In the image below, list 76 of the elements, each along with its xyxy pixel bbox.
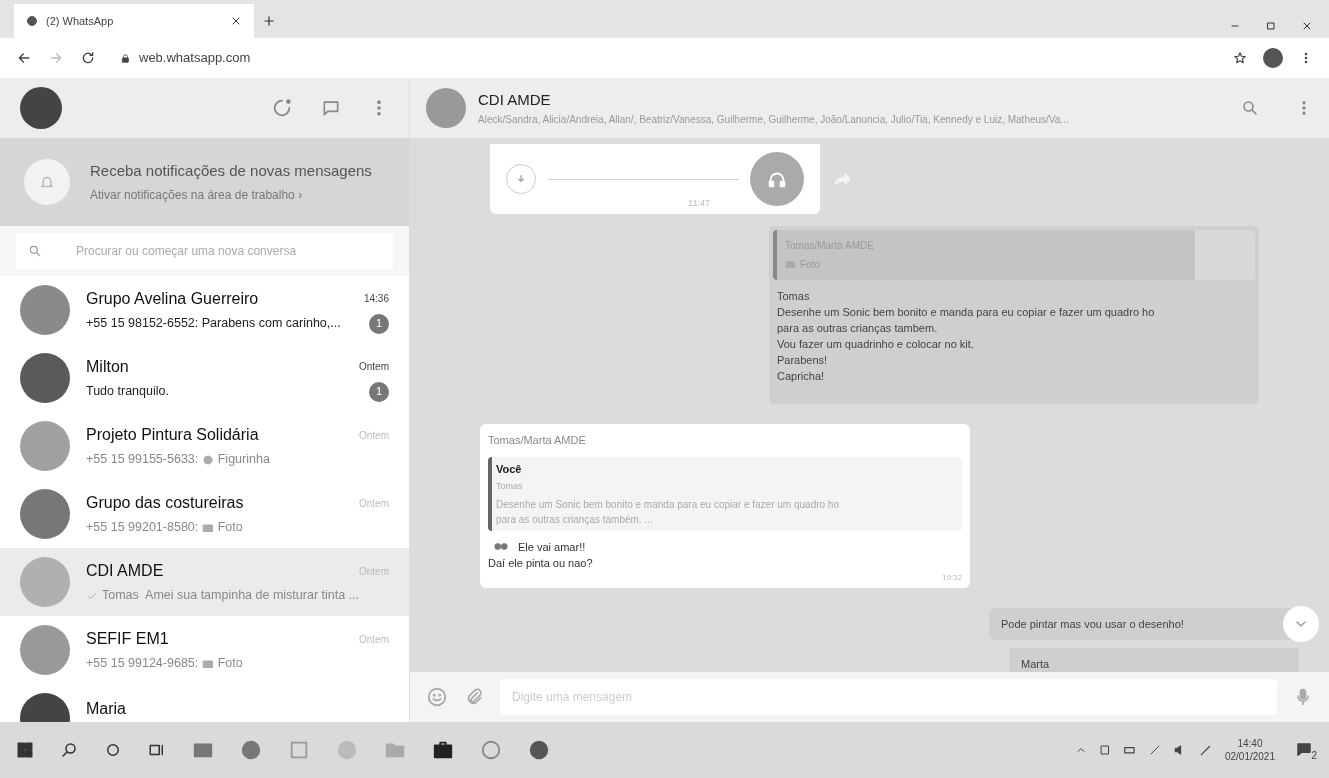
back-icon[interactable] [16, 50, 32, 66]
search-field[interactable]: Procurar ou começar uma nova conversa [16, 233, 393, 269]
message-preview: Tomas Amei sua tampinha de misturar tinta ... [102, 587, 360, 605]
chat-time: Ontem [359, 496, 389, 511]
bell-icon [24, 159, 70, 205]
chat-name: SEFIF EM1 [86, 629, 170, 650]
new-tab-icon[interactable] [262, 14, 276, 28]
profile-avatar[interactable] [1263, 48, 1283, 68]
notification-icon [1295, 741, 1313, 759]
close-icon[interactable] [230, 15, 242, 27]
headphone-icon [750, 152, 804, 206]
photo-icon [201, 521, 214, 534]
banner-title: Receba notificações de novas mensagens [90, 160, 372, 181]
briefcase-icon[interactable] [432, 739, 454, 761]
chat-name: Projeto Pintura Solidária [86, 425, 260, 446]
message-preview: Foto [217, 655, 243, 673]
message-preview: Tudo tranquilo. [86, 383, 169, 401]
message-sender: +55 15 99124-9685: [86, 655, 200, 673]
unread-badge: 1 [369, 313, 389, 334]
quote-text: Desenhe um Sonic bem bonito e manda para eu copiar e fazer um quadro ho para as outras crianças também. ... [496, 497, 840, 527]
contact-avatar [20, 285, 70, 335]
chat-time: Ontem [359, 428, 389, 443]
emoji-icon[interactable] [426, 686, 448, 708]
contact-avatar [20, 353, 70, 403]
contact-avatar [20, 421, 70, 471]
star-icon[interactable] [1233, 51, 1247, 65]
chat-name: Grupo Avelina Guerreiro [86, 288, 260, 309]
circle-icon[interactable] [104, 741, 122, 759]
message-sender: +55 15 99201-8580: [86, 519, 200, 537]
user-avatar[interactable] [20, 87, 62, 129]
lock-icon [120, 52, 131, 64]
globe-icon [26, 15, 38, 27]
quoted-message[interactable]: Você Tomas Desenhe um Sonic bem bonito e manda para eu copiar e fazer um quadro ho para as outras crianças também. ... [488, 456, 962, 531]
conversation-title: CDI AMDE [478, 90, 552, 111]
chat-time: Ontem [359, 360, 389, 374]
chat-name: Maria [86, 699, 127, 719]
contact-avatar [20, 625, 70, 675]
chat-time: Ontem [359, 632, 389, 647]
chat-name: Milton [86, 356, 130, 377]
photo-icon [785, 259, 796, 270]
message-text: Tomas Desenhe um Sonic bem bonito e manda para eu copiar e fazer um quadro ho para as outras crianças tambem. Vou fazer um quadrinho e colocar no kit. Parabens! Capricha! [776, 289, 1156, 384]
chat-icon[interactable] [321, 98, 341, 118]
group-members: Aleck/Sandra, Alicia/Andreia, Allan/, Beatriz/Vanessa, Guilherme, Guilherme, João/Lanuncia, Julio/Tia, Kennedy e Luiz, Matheus/Va... [478, 112, 1070, 127]
message-sender: +55 15 98152-6552: [86, 315, 200, 333]
chat-name: Grupo das costureiras [86, 493, 245, 514]
close-icon[interactable] [1301, 20, 1313, 32]
photo-icon [201, 657, 214, 670]
quote-text: Tomas [496, 480, 524, 493]
sticker-icon [201, 453, 214, 466]
message-text: Daí ele pinta ou nao? [488, 556, 594, 571]
tab-title: (2) WhatsApp [46, 13, 115, 29]
status-icon[interactable] [271, 97, 293, 119]
clock-date: 02/01/2021 [1224, 750, 1275, 763]
message-text: Ele vai amar!! [518, 539, 586, 555]
message-sender: +55 15 99155-5633: [86, 451, 200, 469]
windows-icon[interactable] [16, 741, 34, 759]
message-preview: Parabens com carinho,... [201, 315, 341, 333]
forward-icon[interactable] [48, 50, 64, 66]
chat-time: 14:36 [363, 292, 389, 306]
reload-icon[interactable] [80, 50, 96, 66]
chat-name: CDI AMDE [86, 561, 165, 582]
message-author: Tomas/Marta AMDE [488, 433, 587, 448]
quote-author: Marta [1021, 657, 1051, 672]
quote-author: Você [496, 461, 523, 477]
message-time: 11:47 [688, 196, 710, 210]
clock-time: 14:40 [1237, 737, 1263, 750]
browser-tab[interactable]: (2) WhatsApp [14, 4, 254, 38]
message-preview: Figurinha [217, 451, 270, 469]
contact-avatar [20, 489, 70, 539]
message-time: 19:32 [940, 571, 962, 584]
search-icon[interactable] [60, 741, 78, 759]
maximize-icon[interactable] [1265, 20, 1277, 32]
group-avatar[interactable] [426, 88, 466, 128]
unread-badge: 1 [369, 381, 389, 402]
message-preview: Foto [217, 519, 243, 537]
contact-avatar [20, 557, 70, 607]
